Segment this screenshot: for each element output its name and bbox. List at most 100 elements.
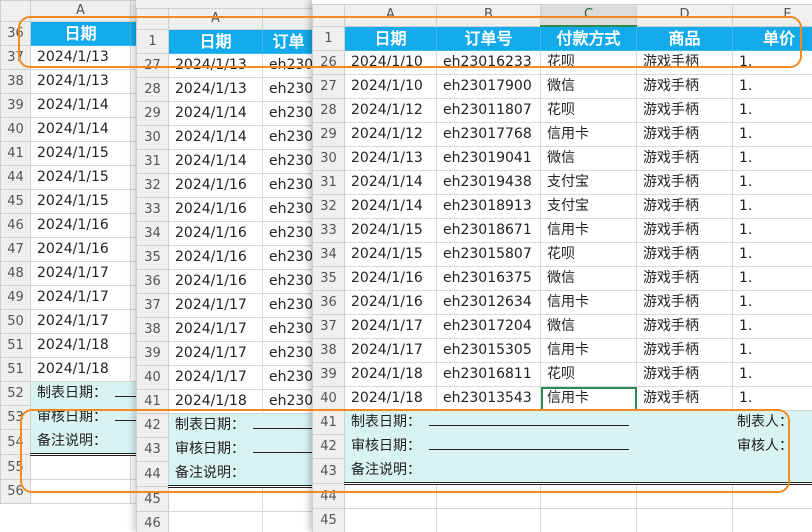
cell-pay[interactable]: 信用卡 xyxy=(540,290,637,315)
cell-date[interactable]: 2024/1/18 xyxy=(30,357,131,382)
cell-date[interactable]: 2024/1/16 xyxy=(30,237,131,262)
row-number[interactable]: 38 xyxy=(312,338,345,363)
footer-field[interactable]: 审核日期： xyxy=(30,405,138,430)
cell-date[interactable]: 2024/1/18 xyxy=(30,333,131,358)
row-number[interactable]: 32 xyxy=(312,194,345,219)
cell-order[interactable]: eh230 xyxy=(262,125,314,150)
cell-date[interactable]: 2024/1/17 xyxy=(168,293,263,318)
cell-date[interactable]: 2024/1/10 xyxy=(344,74,437,99)
column-header-a[interactable]: A xyxy=(168,8,263,30)
cell-price[interactable]: 1. xyxy=(732,122,812,147)
cell-date[interactable]: 2024/1/17 xyxy=(168,317,263,342)
cell-price[interactable]: 1. xyxy=(732,266,812,291)
row-number[interactable]: 39 xyxy=(136,341,169,366)
header-product[interactable]: 商品 xyxy=(636,25,733,51)
row-number[interactable]: 39 xyxy=(312,362,345,387)
row-number[interactable]: 55 xyxy=(0,454,31,480)
cell-date[interactable]: 2024/1/16 xyxy=(168,221,263,246)
row-number[interactable]: 37 xyxy=(0,45,31,70)
cell-date[interactable]: 2024/1/17 xyxy=(30,261,131,286)
cell-order[interactable]: eh23018671 xyxy=(436,218,541,243)
cell-date[interactable]: 2024/1/17 xyxy=(168,365,263,390)
cell-order[interactable]: eh230 xyxy=(262,293,314,318)
cell-order[interactable]: eh230 xyxy=(262,269,314,294)
cell-date[interactable]: 2024/1/12 xyxy=(344,98,437,123)
header-order-number[interactable]: 订单号 xyxy=(436,25,541,51)
empty-cell[interactable] xyxy=(436,483,541,509)
cell-item[interactable]: 游戏手柄 xyxy=(636,122,733,147)
cell-pay[interactable]: 信用卡 xyxy=(540,122,637,147)
cell-price[interactable]: 1. xyxy=(732,74,812,99)
column-header-b[interactable] xyxy=(262,8,314,30)
header-date[interactable]: 日期 xyxy=(344,25,437,51)
header-date[interactable]: 日期 xyxy=(30,21,131,46)
column-header-a[interactable]: A xyxy=(30,0,131,22)
row-number[interactable]: 37 xyxy=(136,293,169,318)
cell-date[interactable]: 2024/1/17 xyxy=(30,309,131,334)
cell-item[interactable]: 游戏手柄 xyxy=(636,194,733,219)
cell-pay[interactable]: 支付宝 xyxy=(540,194,637,219)
cell-price[interactable]: 1. xyxy=(732,242,812,267)
row-number[interactable]: 36 xyxy=(136,269,169,294)
cell-date[interactable]: 2024/1/15 xyxy=(30,165,131,190)
cell-item[interactable]: 游戏手柄 xyxy=(636,242,733,267)
cell-date[interactable]: 2024/1/14 xyxy=(344,194,437,219)
signature-line[interactable] xyxy=(253,415,314,429)
row-number[interactable]: 32 xyxy=(136,173,169,198)
cell-item[interactable]: 游戏手柄 xyxy=(636,314,733,339)
row-number[interactable]: 45 xyxy=(312,508,345,532)
footer-field[interactable]: 制表日期： xyxy=(30,381,138,406)
row-number[interactable]: 44 xyxy=(136,461,169,487)
cell-item[interactable]: 游戏手柄 xyxy=(636,338,733,363)
cell-date[interactable]: 2024/1/13 xyxy=(168,53,263,78)
empty-cell[interactable] xyxy=(636,508,733,532)
row-number[interactable]: 28 xyxy=(136,77,169,102)
row-number[interactable]: 29 xyxy=(312,122,345,147)
footer-field[interactable]: 制表日期： xyxy=(168,413,314,438)
empty-cell[interactable] xyxy=(168,511,263,532)
cell-order[interactable]: eh230 xyxy=(262,101,314,126)
cell-date[interactable]: 2024/1/13 xyxy=(344,146,437,171)
row-number[interactable]: 42 xyxy=(136,413,169,438)
cell-pay[interactable]: 微信 xyxy=(540,74,637,99)
row-number[interactable]: 41 xyxy=(136,389,169,414)
row-number[interactable]: 36 xyxy=(0,21,31,46)
cell-order[interactable]: eh23019438 xyxy=(436,170,541,195)
row-number[interactable]: 44 xyxy=(312,483,345,509)
cell-price[interactable]: 1. xyxy=(732,386,812,411)
cell-price[interactable]: 1. xyxy=(732,290,812,315)
corner-cell[interactable] xyxy=(312,4,345,27)
cell-pay[interactable]: 信用卡 xyxy=(540,338,637,363)
cell-date[interactable]: 2024/1/14 xyxy=(168,149,263,174)
cell-order[interactable]: eh230 xyxy=(262,53,314,78)
footer-field[interactable]: 备注说明： xyxy=(168,461,314,488)
cell-date[interactable]: 2024/1/17 xyxy=(30,285,131,310)
cell-date[interactable]: 2024/1/18 xyxy=(344,362,437,387)
cell-date[interactable]: 2024/1/16 xyxy=(30,213,131,238)
row-number[interactable]: 51 xyxy=(0,357,31,382)
signature-line[interactable] xyxy=(253,439,314,453)
row-number[interactable]: 36 xyxy=(312,290,345,315)
row-number[interactable]: 44 xyxy=(0,165,31,190)
cell-item[interactable]: 游戏手柄 xyxy=(636,266,733,291)
empty-cell[interactable] xyxy=(30,479,131,504)
cell-order[interactable]: eh230 xyxy=(262,245,314,270)
footer-field[interactable]: 制表日期： xyxy=(344,410,733,435)
cell-date[interactable]: 2024/1/17 xyxy=(344,314,437,339)
cell-date[interactable]: 2024/1/16 xyxy=(168,245,263,270)
cell-item[interactable]: 游戏手柄 xyxy=(636,386,733,411)
cell-date[interactable]: 2024/1/13 xyxy=(30,45,131,70)
cell-order[interactable]: eh230 xyxy=(262,149,314,174)
empty-cell[interactable] xyxy=(262,486,314,512)
row-number[interactable]: 34 xyxy=(312,242,345,267)
row-number[interactable]: 48 xyxy=(0,261,31,286)
footer-field[interactable]: 备注说明： xyxy=(344,458,733,485)
cell-pay[interactable]: 花呗 xyxy=(540,242,637,267)
cell-date[interactable]: 2024/1/18 xyxy=(344,386,437,411)
cell-price[interactable]: 1. xyxy=(732,170,812,195)
cell-order[interactable]: eh23015807 xyxy=(436,242,541,267)
cell-date[interactable]: 2024/1/15 xyxy=(30,189,131,214)
cell-date[interactable]: 2024/1/14 xyxy=(344,170,437,195)
cell-order[interactable]: eh230 xyxy=(262,317,314,342)
cell-item[interactable]: 游戏手柄 xyxy=(636,74,733,99)
